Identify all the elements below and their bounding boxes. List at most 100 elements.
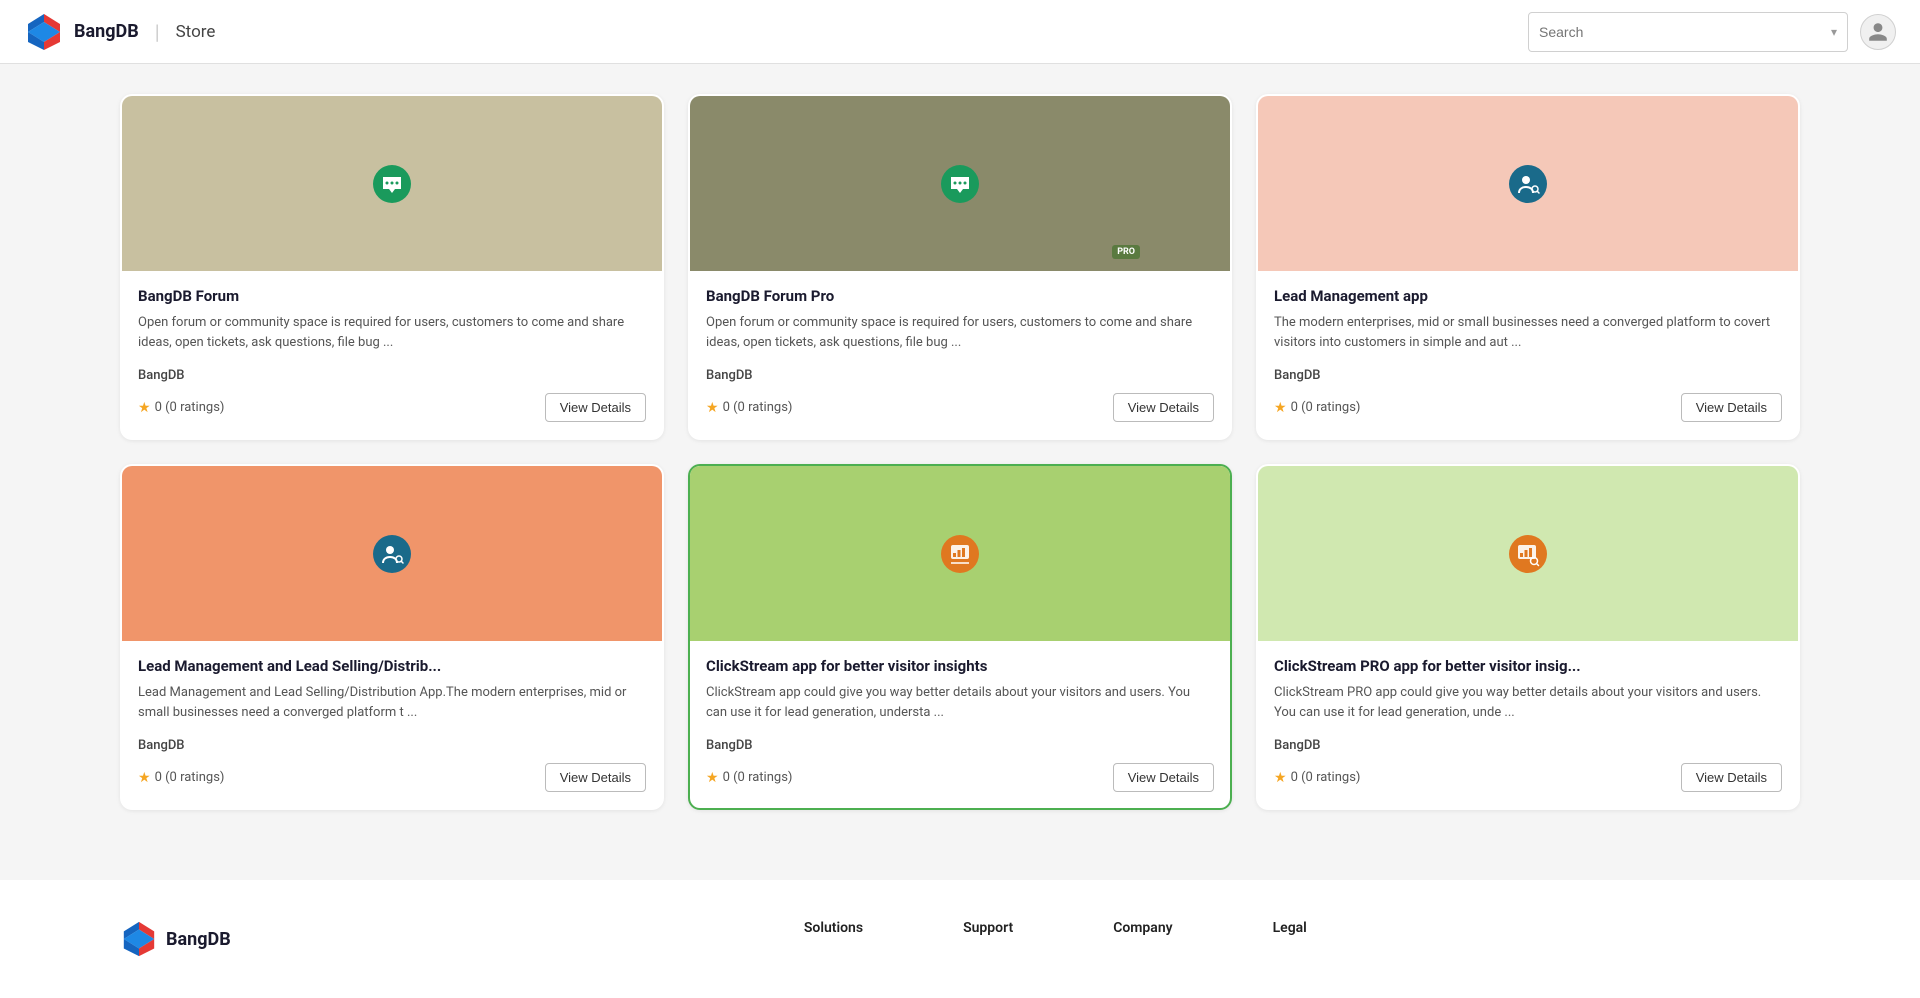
card-image (1258, 466, 1798, 641)
footer-links: Solutions Support Company Legal (311, 920, 1800, 936)
footer-col-label[interactable]: Company (1113, 920, 1172, 936)
card-icon (925, 149, 995, 219)
footer-col-label[interactable]: Solutions (804, 920, 863, 936)
card-icon (925, 519, 995, 589)
card-description: Lead Management and Lead Selling/Distrib… (138, 683, 646, 728)
footer-col-label[interactable]: Support (963, 920, 1013, 936)
card-description: Open forum or community space is require… (138, 313, 646, 358)
cards-grid: BangDB Forum Open forum or community spa… (120, 94, 1800, 810)
card-title: ClickStream PRO app for better visitor i… (1274, 657, 1782, 675)
card-icon (357, 519, 427, 589)
main-content: BangDB Forum Open forum or community spa… (0, 64, 1920, 840)
card-footer: ★ 0 (0 ratings) View Details (706, 763, 1214, 796)
card-description: ClickStream PRO app could give you way b… (1274, 683, 1782, 728)
card-rating: ★ 0 (0 ratings) (1274, 770, 1360, 786)
rating-value: 0 (0 ratings) (155, 400, 225, 415)
brand-name: BangDB (74, 21, 139, 42)
footer-brand-name: BangDB (166, 929, 231, 950)
card-title: Lead Management and Lead Selling/Distrib… (138, 657, 646, 675)
star-icon: ★ (706, 400, 719, 416)
card-rating: ★ 0 (0 ratings) (706, 770, 792, 786)
view-details-button[interactable]: View Details (1681, 393, 1782, 422)
card-footer: ★ 0 (0 ratings) View Details (706, 393, 1214, 426)
card-image (122, 96, 662, 271)
card-body: Lead Management app The modern enterpris… (1258, 271, 1798, 438)
card-icon (1493, 519, 1563, 589)
footer-logo: BangDB (120, 920, 231, 958)
footer-inner: BangDB Solutions Support Company Legal (120, 920, 1800, 958)
star-icon: ★ (1274, 400, 1287, 416)
card-body: Lead Management and Lead Selling/Distrib… (122, 641, 662, 808)
card-rating: ★ 0 (0 ratings) (138, 400, 224, 416)
card-footer: ★ 0 (0 ratings) View Details (1274, 393, 1782, 426)
rating-value: 0 (0 ratings) (723, 770, 793, 785)
card-icon (357, 149, 427, 219)
card-title: Lead Management app (1274, 287, 1782, 305)
footer-col-label[interactable]: Legal (1273, 920, 1307, 936)
chevron-down-icon: ▾ (1831, 25, 1837, 39)
footer-col-legal: Legal (1273, 920, 1307, 936)
footer-col-company: Company (1113, 920, 1172, 936)
card-footer: ★ 0 (0 ratings) View Details (1274, 763, 1782, 796)
card-clickstream: ClickStream app for better visitor insig… (688, 464, 1232, 810)
card-rating: ★ 0 (0 ratings) (1274, 400, 1360, 416)
card-body: ClickStream app for better visitor insig… (690, 641, 1230, 808)
card-title: BangDB Forum Pro (706, 287, 1214, 305)
view-details-button[interactable]: View Details (1113, 393, 1214, 422)
star-icon: ★ (138, 770, 151, 786)
card-body: ClickStream PRO app for better visitor i… (1258, 641, 1798, 808)
card-rating: ★ 0 (0 ratings) (706, 400, 792, 416)
view-details-button[interactable]: View Details (545, 393, 646, 422)
store-label: Store (176, 22, 216, 42)
footer-col-solutions: Solutions (804, 920, 863, 936)
card-image: PRO (690, 96, 1230, 271)
card-bangdb-forum-pro: PRO BangDB Forum Pro Open forum or commu… (688, 94, 1232, 440)
star-icon: ★ (138, 400, 151, 416)
card-body: BangDB Forum Open forum or community spa… (122, 271, 662, 438)
card-author: BangDB (138, 738, 646, 753)
card-clickstream-pro: ClickStream PRO app for better visitor i… (1256, 464, 1800, 810)
view-details-button[interactable]: View Details (545, 763, 646, 792)
card-title: BangDB Forum (138, 287, 646, 305)
bangdb-logo-icon (24, 12, 64, 52)
card-image (1258, 96, 1798, 271)
header-left: BangDB | Store (24, 12, 215, 52)
card-body: BangDB Forum Pro Open forum or community… (690, 271, 1230, 438)
rating-value: 0 (0 ratings) (1291, 400, 1361, 415)
footer: BangDB Solutions Support Company Legal (0, 880, 1920, 998)
card-author: BangDB (706, 368, 1214, 383)
card-description: ClickStream app could give you way bette… (706, 683, 1214, 728)
card-rating: ★ 0 (0 ratings) (138, 770, 224, 786)
card-title: ClickStream app for better visitor insig… (706, 657, 1214, 675)
card-image (690, 466, 1230, 641)
brand-separator: | (155, 20, 160, 44)
view-details-button[interactable]: View Details (1113, 763, 1214, 792)
user-icon (1867, 21, 1889, 43)
pro-badge: PRO (1112, 245, 1140, 259)
card-bangdb-forum: BangDB Forum Open forum or community spa… (120, 94, 664, 440)
search-container[interactable]: ▾ (1528, 12, 1848, 52)
card-lead-management: Lead Management app The modern enterpris… (1256, 94, 1800, 440)
footer-col-support: Support (963, 920, 1013, 936)
card-author: BangDB (1274, 368, 1782, 383)
view-details-button[interactable]: View Details (1681, 763, 1782, 792)
card-footer: ★ 0 (0 ratings) View Details (138, 763, 646, 796)
card-footer: ★ 0 (0 ratings) View Details (138, 393, 646, 426)
header-right: ▾ (1528, 12, 1896, 52)
card-description: The modern enterprises, mid or small bus… (1274, 313, 1782, 358)
user-avatar-button[interactable] (1860, 14, 1896, 50)
star-icon: ★ (1274, 770, 1287, 786)
card-author: BangDB (1274, 738, 1782, 753)
card-icon (1493, 149, 1563, 219)
footer-logo-icon (120, 920, 158, 958)
card-description: Open forum or community space is require… (706, 313, 1214, 358)
rating-value: 0 (0 ratings) (1291, 770, 1361, 785)
search-input[interactable] (1539, 24, 1831, 40)
card-author: BangDB (138, 368, 646, 383)
card-lead-management-selling: Lead Management and Lead Selling/Distrib… (120, 464, 664, 810)
rating-value: 0 (0 ratings) (155, 770, 225, 785)
header: BangDB | Store ▾ (0, 0, 1920, 64)
card-image (122, 466, 662, 641)
star-icon: ★ (706, 770, 719, 786)
card-author: BangDB (706, 738, 1214, 753)
